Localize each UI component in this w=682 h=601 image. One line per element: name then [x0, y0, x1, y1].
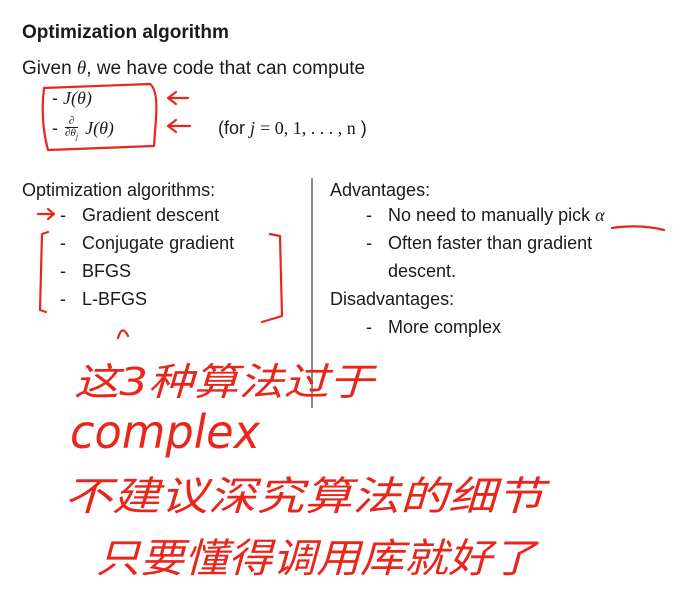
column-divider [311, 178, 313, 408]
left-bracket [38, 230, 50, 314]
formula-cost-dash: - [52, 88, 58, 108]
partial-denominator-base: ∂θ [65, 127, 76, 139]
algo-item-label: BFGS [82, 261, 132, 281]
left-heading: Optimization algorithms: [22, 180, 216, 200]
theta-symbol: θ [76, 58, 87, 79]
algo-item: - Conjugate gradient [60, 233, 235, 253]
given-suffix: , we have code that can compute [86, 58, 366, 79]
annotation-line-3: 不建议深究算法的细节 [64, 474, 551, 520]
disadvantages-heading: Disadvantages: [330, 289, 455, 309]
advantage-item: - Often faster than gradient [366, 233, 593, 253]
for-j-range: (for j = 0, 1, . . . , n ) [218, 118, 367, 139]
annotation-line-2: complex [70, 405, 261, 459]
algo-item-label: Gradient descent [82, 205, 220, 225]
partial-denominator: ∂θj [65, 128, 78, 142]
annotation-line-1: 这3种算法过于 [74, 360, 378, 404]
arrow-cost [166, 90, 190, 106]
algo-item-label: Conjugate gradient [82, 233, 235, 253]
caret-mark [116, 329, 130, 340]
formula-cost-expr: J(θ) [63, 88, 92, 108]
formula-gradient: - ∂ ∂θj J(θ) [52, 116, 114, 142]
for-range: = 0, 1, . . . , n [260, 118, 356, 138]
disadvantage-text: More complex [388, 317, 502, 337]
algo-item: - Gradient descent [60, 205, 220, 225]
partial-subscript: j [75, 132, 79, 142]
alpha-underline [610, 225, 666, 232]
algo-item-label: L-BFGS [82, 289, 148, 309]
for-close: ) [360, 118, 367, 138]
partial-fraction: ∂ ∂θj [65, 116, 79, 142]
given-line: Given θ, we have code that can compute [22, 58, 365, 80]
for-j: j [250, 118, 256, 138]
formula-gradient-dash: - [52, 117, 58, 138]
for-open: (for [218, 118, 245, 138]
advantage-text: No need to manually pick [388, 205, 591, 225]
formula-cost: - J(θ) [52, 88, 92, 109]
advantages-heading: Advantages: [330, 180, 431, 200]
algo-item: - L-BFGS [60, 289, 148, 309]
formula-gradient-expr: J(θ) [85, 117, 114, 138]
advantage-continuation: descent. [388, 261, 457, 281]
right-bracket [260, 232, 284, 324]
given-prefix: Given [22, 58, 72, 79]
slide-title: Optimization algorithm [22, 22, 229, 43]
disadvantage-item: - More complex [366, 317, 502, 337]
advantage-item: - No need to manually pick α [366, 205, 605, 225]
arrow-gradient [166, 118, 192, 134]
annotation-line-4: 只要懂得调用库就好了 [96, 536, 539, 582]
advantage-text: Often faster than gradient [388, 233, 593, 253]
algo-item: - BFGS [60, 261, 132, 281]
arrow-gradient-descent [36, 207, 56, 221]
alpha-symbol: α [595, 205, 605, 225]
